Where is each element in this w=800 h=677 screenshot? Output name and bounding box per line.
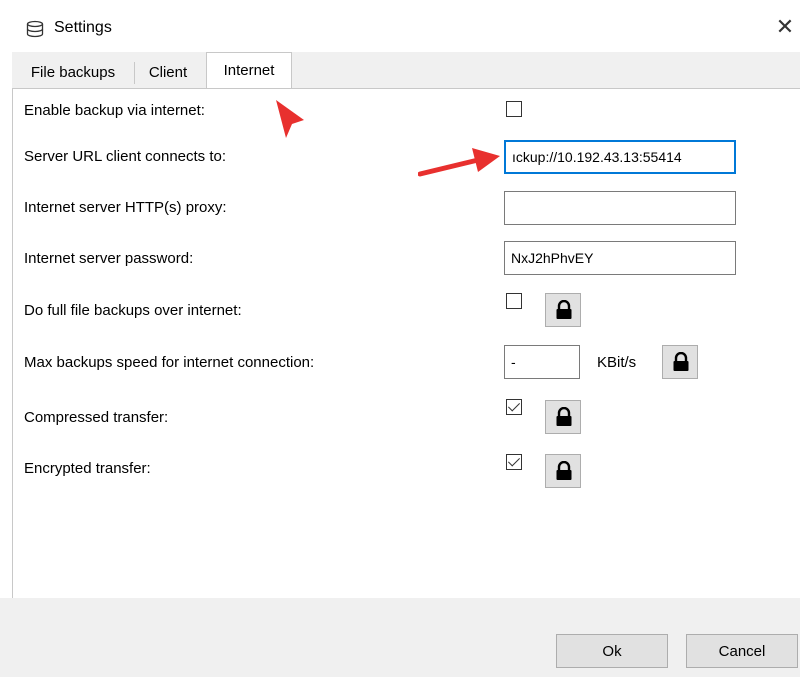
- lock-icon: [673, 352, 689, 371]
- database-icon: [26, 20, 44, 38]
- speed-unit-label: KBit/s: [597, 354, 637, 371]
- tab-file-backups[interactable]: File backups: [14, 58, 132, 88]
- encrypted-transfer-label: Encrypted transfer:: [24, 460, 151, 477]
- server-url-input[interactable]: ıckup://10.192.43.13:55414: [504, 140, 736, 174]
- tab-strip: File backups Client Internet: [12, 52, 800, 88]
- title-bar: Settings ✕: [0, 0, 800, 52]
- encrypted-transfer-checkbox[interactable]: [506, 454, 522, 470]
- enable-backup-checkbox[interactable]: [506, 101, 522, 117]
- enable-backup-label: Enable backup via internet:: [24, 102, 205, 119]
- password-input[interactable]: NxJ2hPhvEY: [504, 241, 736, 275]
- full-backups-label: Do full file backups over internet:: [24, 302, 242, 319]
- annotation-arrow-icon: [276, 100, 304, 138]
- http-proxy-input[interactable]: [504, 191, 736, 225]
- http-proxy-label: Internet server HTTP(s) proxy:: [24, 199, 227, 216]
- annotation-arrow-icon: [418, 148, 500, 177]
- full-backups-lock-button[interactable]: [545, 293, 581, 327]
- lock-icon: [556, 300, 572, 319]
- tab-client[interactable]: Client: [136, 58, 200, 88]
- compressed-transfer-lock-button[interactable]: [545, 400, 581, 434]
- max-speed-input[interactable]: -: [504, 345, 580, 379]
- tab-internet[interactable]: Internet: [206, 52, 292, 88]
- window-title: Settings: [54, 19, 112, 36]
- password-label: Internet server password:: [24, 250, 194, 267]
- cancel-button[interactable]: Cancel: [686, 634, 798, 668]
- compressed-transfer-label: Compressed transfer:: [24, 409, 169, 426]
- ok-button[interactable]: Ok: [556, 634, 668, 668]
- tab-divider: [134, 62, 135, 84]
- max-speed-lock-button[interactable]: [662, 345, 698, 379]
- lock-icon: [556, 407, 572, 426]
- close-icon[interactable]: ✕: [772, 14, 798, 40]
- full-backups-checkbox[interactable]: [506, 293, 522, 309]
- compressed-transfer-checkbox[interactable]: [506, 399, 522, 415]
- lock-icon: [556, 461, 572, 480]
- dialog-footer: [0, 598, 800, 677]
- server-url-label: Server URL client connects to:: [24, 148, 227, 165]
- max-speed-label: Max backups speed for internet connectio…: [24, 354, 315, 371]
- encrypted-transfer-lock-button[interactable]: [545, 454, 581, 488]
